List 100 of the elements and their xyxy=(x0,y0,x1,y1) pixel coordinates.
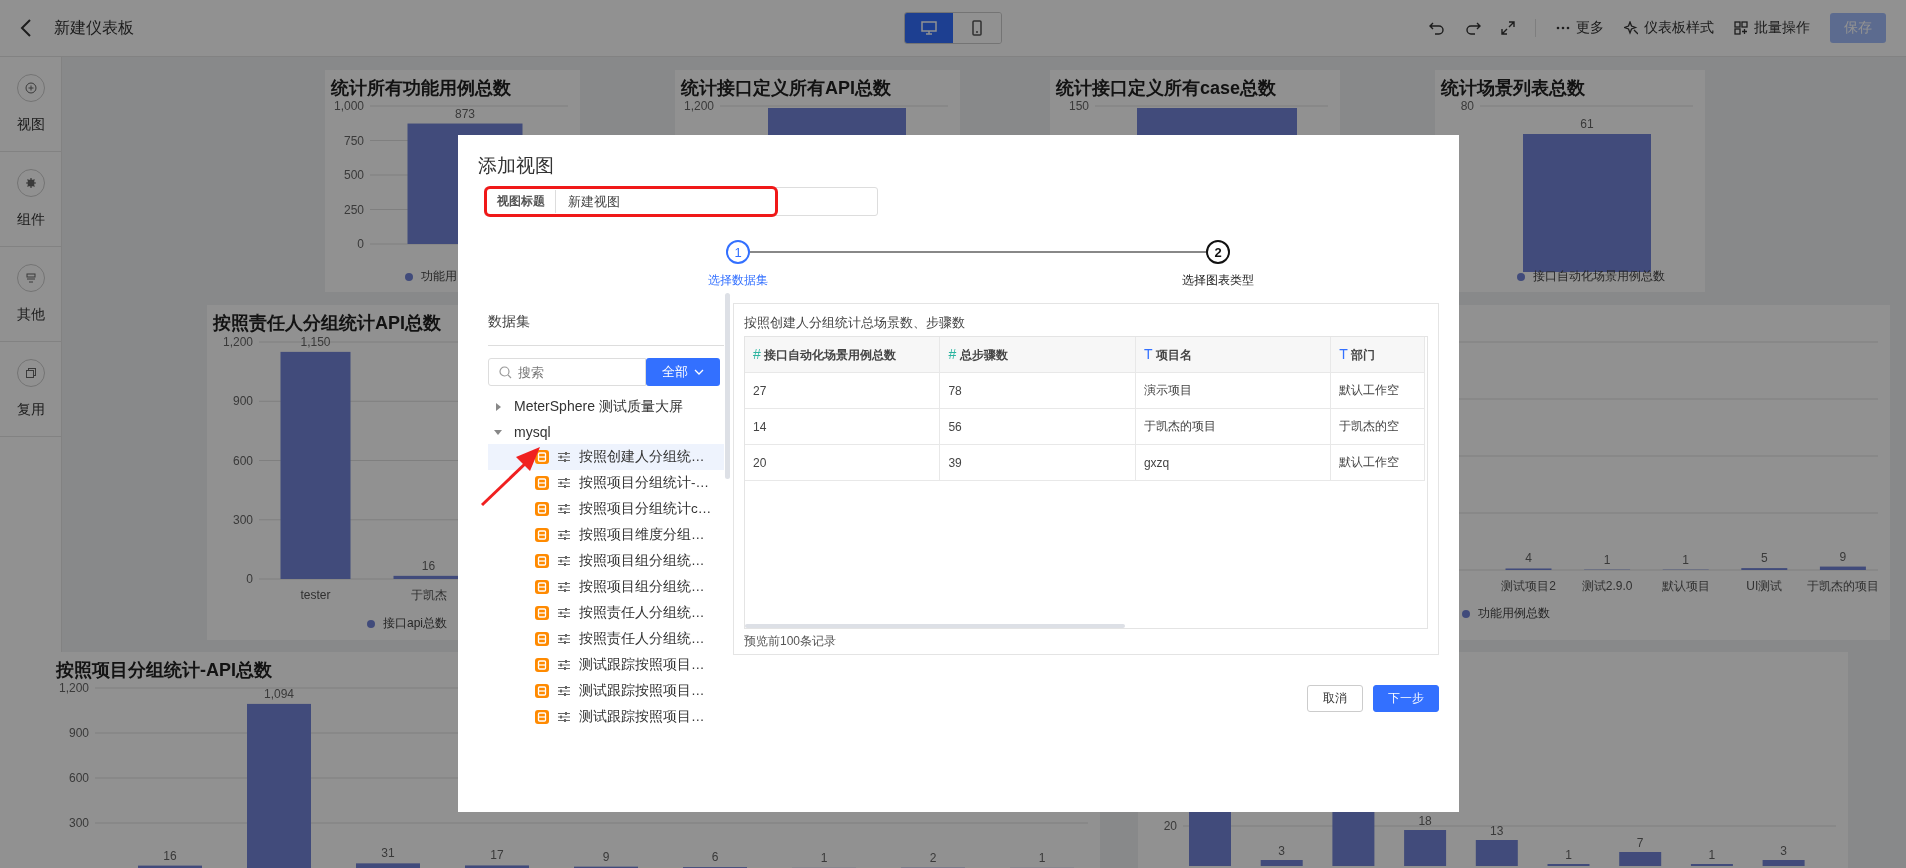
table-cell: 78 xyxy=(939,372,1136,409)
table-icon xyxy=(535,710,549,724)
next-button[interactable]: 下一步 xyxy=(1373,685,1439,712)
desktop-view-button[interactable] xyxy=(905,13,953,43)
back-icon[interactable] xyxy=(20,19,32,37)
axis-tick-label: 0 xyxy=(246,572,253,586)
bar-value-label: 1 xyxy=(1603,552,1611,567)
axis-tick-label: 750 xyxy=(343,133,364,148)
batch-operation-button[interactable]: 批量操作 xyxy=(1734,19,1810,37)
table-cell: 于凯杰的项目 xyxy=(1135,408,1331,445)
column-header: # 总步骤数 xyxy=(939,337,1136,373)
dashboard-style-button[interactable]: 仪表板样式 xyxy=(1624,19,1714,37)
dataset-item[interactable]: 按照项目分组统计-… xyxy=(488,470,724,496)
table-icon xyxy=(535,476,549,490)
bar xyxy=(1260,860,1303,866)
sidebar-label[interactable]: 视图 xyxy=(16,116,45,134)
legend-item: 功能用 xyxy=(405,268,457,285)
step-label[interactable]: 选择数据集 xyxy=(708,272,768,289)
dataset-item[interactable]: 按照创建人分组统… xyxy=(488,444,724,470)
sliders-icon xyxy=(558,608,570,618)
bar-value-label: 17 xyxy=(490,848,504,863)
undo-icon[interactable] xyxy=(1429,21,1445,35)
axis-tick-label: 1,200 xyxy=(58,681,89,695)
step-label[interactable]: 选择图表类型 xyxy=(1182,272,1254,289)
caret-icon[interactable] xyxy=(494,402,502,411)
bar xyxy=(138,865,202,868)
sliders-icon xyxy=(558,634,570,644)
axis-tick-label: 150 xyxy=(1068,99,1089,113)
dataset-item[interactable]: 测试跟踪按照项目… xyxy=(488,704,724,730)
chevron-down-icon xyxy=(694,369,704,375)
dataset-item[interactable]: 按照责任人分组统… xyxy=(488,600,724,626)
bar xyxy=(1819,566,1866,570)
bar-value-label: 16 xyxy=(163,848,177,863)
bar xyxy=(1404,830,1447,866)
search-field[interactable]: 搜索 xyxy=(488,358,646,386)
bar-value-label: 31 xyxy=(381,846,395,861)
axis-tick-label: 20 xyxy=(1163,819,1177,833)
sidebar-label[interactable]: 复用 xyxy=(16,401,45,419)
step-number[interactable]: 2 xyxy=(1206,240,1230,264)
dataset-item[interactable]: 按照责任人分组统… xyxy=(488,626,724,652)
sliders-icon xyxy=(558,504,570,514)
bar-value-label: 6 xyxy=(711,850,719,865)
dataset-item[interactable]: 按照项目维度分组… xyxy=(488,522,724,548)
sidebar-label[interactable]: 组件 xyxy=(16,211,45,229)
bar-value-label: 18 xyxy=(1418,814,1432,828)
redo-icon[interactable] xyxy=(1465,21,1481,35)
axis-tick-label: 1,000 xyxy=(333,99,364,113)
caret-icon[interactable] xyxy=(494,427,502,436)
axis-tick-label: 600 xyxy=(68,771,89,785)
axis-tick-label: 1,200 xyxy=(222,335,253,349)
bar-value-label: 1 xyxy=(1682,552,1690,567)
column-header: # 接口自动化场景用例总数 xyxy=(745,337,940,373)
sliders-icon xyxy=(558,686,570,696)
view-title-field[interactable]: 视图标题 新建视图 xyxy=(484,187,878,216)
table-cell: 于凯杰的空 xyxy=(1330,408,1425,445)
grid-icon xyxy=(1734,21,1748,35)
table-cell: 默认工作空 xyxy=(1330,444,1425,481)
table-cell: 39 xyxy=(939,444,1136,481)
bar xyxy=(1762,860,1805,866)
tree-node[interactable]: mysql xyxy=(488,419,733,444)
table-icon xyxy=(535,632,549,646)
column-header: T 项目名 xyxy=(1135,337,1331,373)
table-icon xyxy=(535,658,549,672)
table-cell: 20 xyxy=(745,444,940,481)
bar-value-label: 13 xyxy=(1490,824,1504,838)
category-label: 于凯杰 xyxy=(410,588,447,602)
search-icon xyxy=(499,365,512,379)
preview-note: 预览前100条记录 xyxy=(744,633,838,650)
chart-title: 统计接口定义所有case总数 xyxy=(1056,77,1277,100)
dataset-item[interactable]: 按照项目组分组统… xyxy=(488,574,724,600)
bar-value-label: 1 xyxy=(1038,850,1046,865)
field-label: 视图标题 xyxy=(488,190,556,213)
sliders-icon xyxy=(558,530,570,540)
sidebar-label[interactable]: 其他 xyxy=(16,306,45,324)
axis-tick-label: 300 xyxy=(232,512,253,527)
dataset-item[interactable]: 测试跟踪按照项目… xyxy=(488,652,724,678)
chart-title: 按照责任人分组统计API总数 xyxy=(213,312,441,335)
axis-tick-label: 0 xyxy=(357,237,364,251)
category-label: 默认项目 xyxy=(1661,579,1710,593)
bar-value-label: 1 xyxy=(1708,848,1716,862)
cancel-button[interactable]: 取消 xyxy=(1307,685,1363,712)
bar xyxy=(356,863,420,868)
table-cell: 14 xyxy=(745,408,940,445)
tree-node[interactable]: MeterSphere 测试质量大屏 xyxy=(488,394,733,419)
step-number[interactable]: 1 xyxy=(726,240,750,264)
filter-dropdown[interactable]: 全部 xyxy=(646,358,720,386)
dataset-item[interactable]: 测试跟踪按照项目… xyxy=(488,678,724,704)
axis-tick-label: 1,200 xyxy=(683,99,714,113)
preview-title: 按照创建人分组统计总场景数、步骤数 xyxy=(744,314,966,332)
fullscreen-icon[interactable] xyxy=(1501,21,1515,35)
sliders-icon xyxy=(558,712,570,722)
more-button[interactable]: 更多 xyxy=(1556,19,1604,37)
bar xyxy=(1619,852,1662,866)
chart-title: 统计所有功能用例总数 xyxy=(331,77,511,100)
dataset-item[interactable]: 按照项目组分组统… xyxy=(488,548,724,574)
sliders-icon xyxy=(558,478,570,488)
dataset-item[interactable]: 按照项目分组统计c… xyxy=(488,496,724,522)
sliders-icon xyxy=(558,452,570,462)
monitor-icon xyxy=(921,21,937,35)
category-label: UI测试 xyxy=(1746,579,1783,593)
